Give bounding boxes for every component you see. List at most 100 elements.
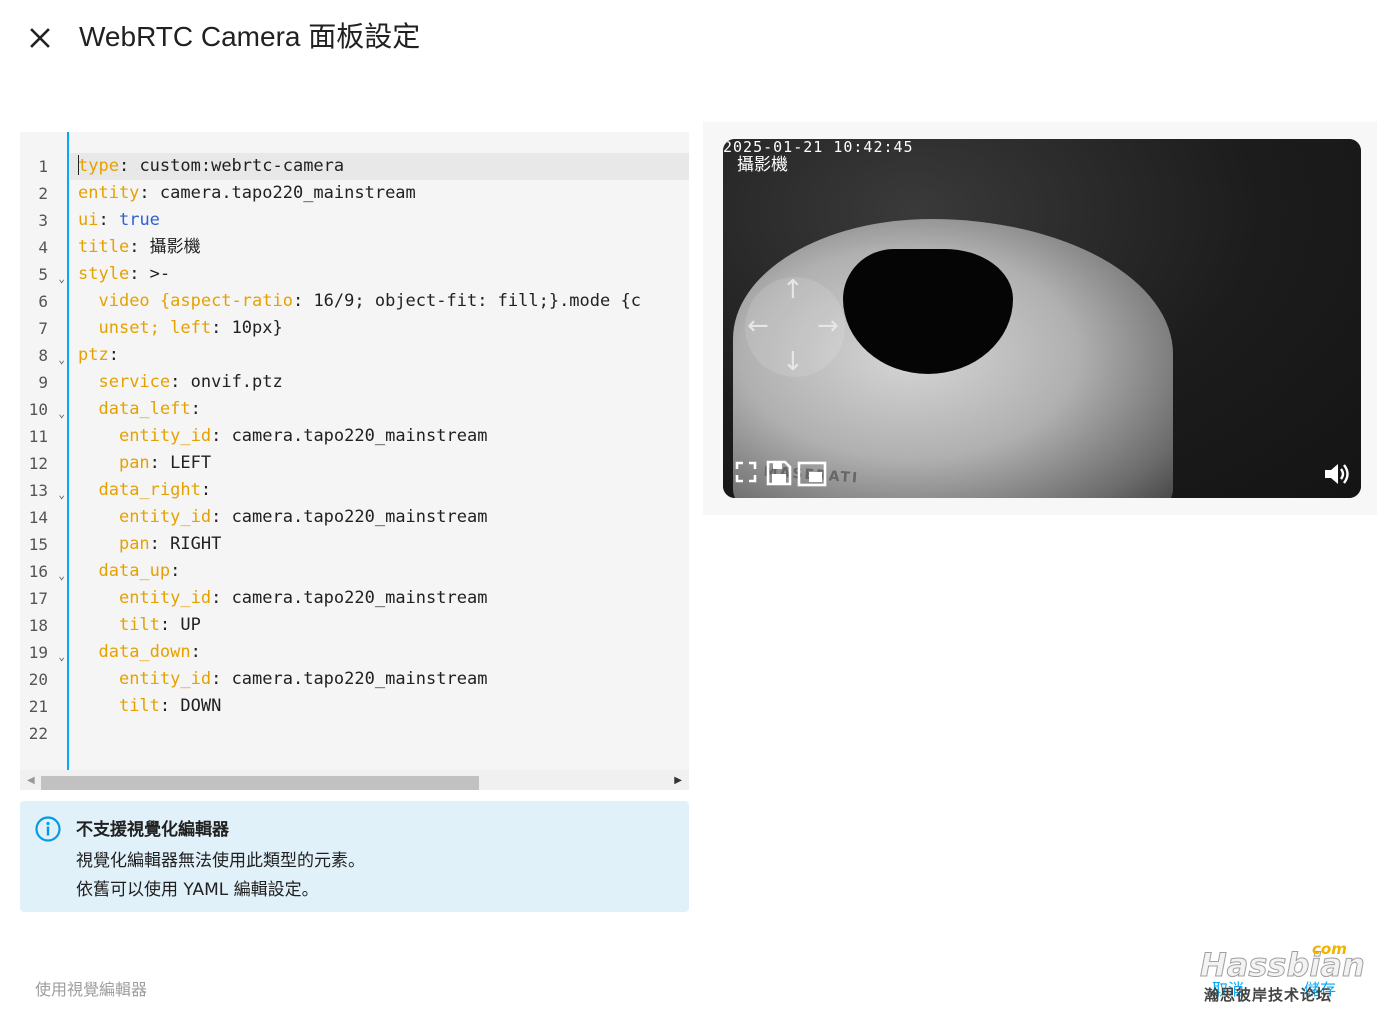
line-number-label: 22 <box>28 724 48 743</box>
code-line[interactable]: entity_id: camera.tapo220_mainstream <box>78 504 689 531</box>
volume-icon[interactable] <box>1323 461 1351 487</box>
line-number: 15 <box>20 531 68 558</box>
line-number: 6 <box>20 288 68 315</box>
code-line[interactable]: data_right: <box>78 477 689 504</box>
yaml-key: ptz <box>78 345 109 365</box>
yaml-separator: : <box>159 696 181 716</box>
yaml-separator: : <box>149 453 171 473</box>
code-line[interactable]: data_up: <box>78 558 689 585</box>
line-number: 21 <box>20 693 68 720</box>
line-number: 2 <box>20 180 68 207</box>
line-number-label: 5 <box>38 265 48 284</box>
camera-subject-neck <box>843 249 1013 374</box>
code-line[interactable]: tilt: DOWN <box>78 693 689 720</box>
ptz-down-arrow-icon[interactable]: ↓ <box>782 349 804 375</box>
line-number-label: 17 <box>28 589 48 608</box>
line-number-label: 21 <box>28 697 48 716</box>
yaml-key: video {aspect-ratio <box>98 291 293 311</box>
show-visual-editor-button[interactable]: 使用視覺編輯器 <box>35 976 147 1000</box>
yaml-key: pan <box>118 534 150 554</box>
yaml-key: tilt <box>118 696 160 716</box>
line-number-label: 19 <box>28 643 48 662</box>
code-line[interactable]: entity_id: camera.tapo220_mainstream <box>78 585 689 612</box>
yaml-separator: : <box>98 210 119 230</box>
dialog-header: WebRTC Camera 面板設定 <box>0 0 1377 80</box>
line-number: 17 <box>20 585 68 612</box>
yaml-key: unset; left <box>98 318 212 338</box>
ptz-control[interactable]: ↑ ↓ ← → <box>745 277 845 377</box>
code-line[interactable]: data_down: <box>78 639 689 666</box>
line-number: 14 <box>20 504 68 531</box>
yaml-value: camera.tapo220_mainstream <box>231 588 488 608</box>
info-alert: 不支援視覺化編輯器 視覺化編輯器無法使用此類型的元素。 依舊可以使用 YAML … <box>20 801 689 912</box>
code-line[interactable]: type: custom:webrtc-camera <box>70 153 689 180</box>
line-number: 22 <box>20 720 68 747</box>
code-content[interactable]: type: custom:webrtc-camera entity: camera… <box>70 153 689 747</box>
yaml-key: entity_id <box>118 507 212 527</box>
yaml-key: data_left <box>98 399 191 419</box>
camera-stream[interactable]: MASERATI 2025-01-21 10:42:45 攝影機 ↑ ↓ ← → <box>723 139 1361 498</box>
yaml-key: data_right <box>98 480 201 500</box>
code-line[interactable]: entity: camera.tapo220_mainstream <box>78 180 689 207</box>
code-line[interactable]: pan: RIGHT <box>78 531 689 558</box>
yaml-separator: : <box>149 534 171 554</box>
scroll-left-icon[interactable]: ◀ <box>27 775 35 786</box>
code-line[interactable]: pan: LEFT <box>78 450 689 477</box>
picture-in-picture-icon[interactable] <box>797 461 827 487</box>
yaml-value: custom:webrtc-camera <box>139 156 345 176</box>
line-number-label: 11 <box>28 427 48 446</box>
code-line[interactable] <box>78 720 689 747</box>
code-line[interactable]: video {aspect-ratio: 16/9; object-fit: f… <box>78 288 689 315</box>
line-number: 8 ⌄ <box>20 342 68 369</box>
line-number: 5 ⌄ <box>20 261 68 288</box>
ptz-up-arrow-icon[interactable]: ↑ <box>782 277 804 303</box>
code-line[interactable]: tilt: UP <box>78 612 689 639</box>
code-line[interactable]: ptz: <box>78 342 689 369</box>
save-snapshot-icon[interactable] <box>766 460 792 486</box>
yaml-key: entity_id <box>118 588 212 608</box>
camera-title: 攝影機 <box>737 155 788 175</box>
code-line[interactable]: data_left: <box>78 396 689 423</box>
dialog-title: WebRTC Camera 面板設定 <box>79 21 421 52</box>
alert-message-line-1: 視覺化編輯器無法使用此類型的元素。 <box>76 851 365 871</box>
line-number-label: 18 <box>28 616 48 635</box>
yaml-key: title <box>78 237 130 257</box>
code-line[interactable]: entity_id: camera.tapo220_mainstream <box>78 423 689 450</box>
yaml-key: entity_id <box>118 669 212 689</box>
yaml-boolean-value: true <box>118 210 160 230</box>
yaml-separator: : <box>129 237 150 257</box>
yaml-separator: : <box>200 480 212 500</box>
yaml-key: style <box>78 264 130 284</box>
watermark-com: com <box>1312 940 1347 958</box>
fullscreen-icon[interactable] <box>735 461 757 483</box>
yaml-code-editor[interactable]: 1 2 3 4 5 ⌄ 6 7 8 ⌄ 9 10 ⌄ 11 12 13 ⌄ 14 15 16 ⌄ 17 18 19 ⌄ 20 21 2… <box>20 132 689 790</box>
yaml-value: 10px} <box>231 318 283 338</box>
code-line[interactable]: unset; left: 10px} <box>78 315 689 342</box>
yaml-separator: : <box>118 156 140 176</box>
ptz-left-arrow-icon[interactable]: ← <box>747 313 769 339</box>
yaml-key: data_up <box>98 561 171 581</box>
editor-focus-edge <box>67 132 69 770</box>
horizontal-scrollbar[interactable]: ◀ ▶ <box>20 770 689 790</box>
code-line[interactable]: ui: true <box>78 207 689 234</box>
close-button[interactable] <box>24 22 56 54</box>
yaml-separator: : <box>170 372 191 392</box>
scroll-right-icon[interactable]: ▶ <box>674 775 682 786</box>
alert-title: 不支援視覺化編輯器 <box>76 820 229 840</box>
line-number-label: 16 <box>28 562 48 581</box>
scrollbar-thumb[interactable] <box>41 776 479 790</box>
code-line[interactable]: style: >- <box>78 261 689 288</box>
code-line[interactable]: entity_id: camera.tapo220_mainstream <box>78 666 689 693</box>
ptz-right-arrow-icon[interactable]: → <box>817 313 839 339</box>
yaml-separator: : <box>190 399 201 419</box>
code-line[interactable]: service: onvif.ptz <box>78 369 689 396</box>
code-line[interactable]: title: 攝影機 <box>78 234 689 261</box>
